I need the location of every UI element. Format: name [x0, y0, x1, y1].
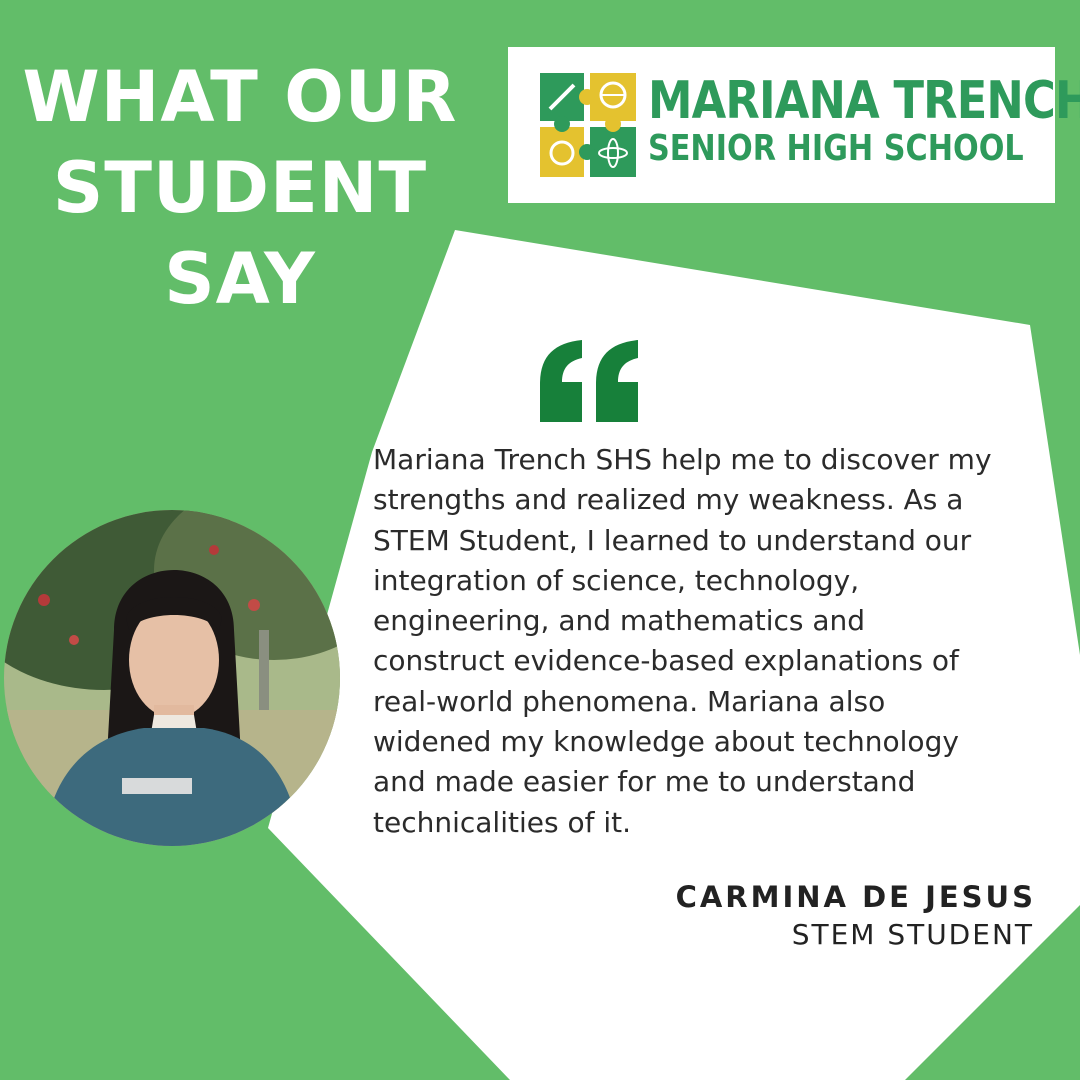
school-logo: MARIANA TRENCH SENIOR HIGH SCHOOL [508, 47, 1080, 203]
author-role: STEM STUDENT [791, 918, 1034, 951]
testimonial-text: Mariana Trench SHS help me to discover m… [373, 443, 992, 839]
student-photo-illustration [4, 510, 340, 846]
quote-icon [540, 340, 638, 422]
headline-line-2: STUDENT [52, 147, 428, 229]
headline-line-1: WHAT OUR [22, 56, 458, 138]
puzzle-logo-icon [540, 73, 636, 177]
logo-title: MARIANA TRENCH [648, 71, 1080, 131]
headline: WHAT OUR STUDENT SAY [0, 52, 480, 325]
author-name: CARMINA DE JESUS [675, 880, 1036, 914]
headline-line-3: SAY [164, 238, 316, 320]
logo-subtitle: SENIOR HIGH SCHOOL [648, 128, 1024, 169]
student-photo [4, 510, 340, 846]
